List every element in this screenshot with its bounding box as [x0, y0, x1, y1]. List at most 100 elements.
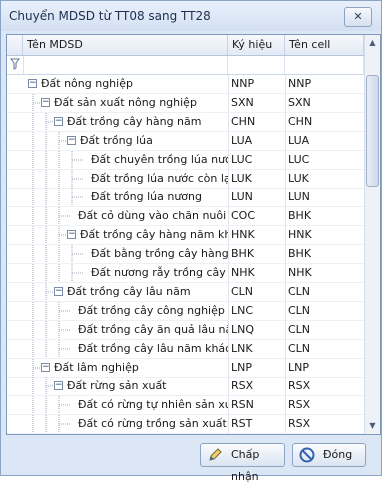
- row-cell-name-cell[interactable]: CLN: [285, 320, 364, 339]
- row-name-cell[interactable]: − Đất trồng cây lâu năm: [7, 282, 228, 301]
- tree-row[interactable]: Đất có rừng tự nhiên sản xuất RSN RSX: [7, 396, 364, 416]
- row-symbol-cell[interactable]: LNQ: [228, 320, 285, 339]
- tree-row[interactable]: Đất bằng trồng cây hàng ... BHK BHK: [7, 245, 364, 265]
- row-name-cell[interactable]: − Đất lâm nghiệp: [7, 358, 228, 377]
- filter-icon: [9, 58, 21, 71]
- scroll-up-arrow-icon[interactable]: ▲: [366, 35, 379, 51]
- row-name-cell[interactable]: − Đất sản xuất nông nghiệp: [7, 93, 228, 112]
- row-cell-name-cell[interactable]: CHN: [285, 112, 364, 131]
- row-name-cell[interactable]: − Đất trồng cây hàng năm khác: [7, 226, 228, 245]
- row-cell-name-cell[interactable]: LNP: [285, 358, 364, 377]
- title-bar: Chuyển MDSD từ TT08 sang TT28 ✕: [1, 1, 381, 31]
- accept-button[interactable]: Chấp nhận: [200, 443, 285, 483]
- tree-row[interactable]: − Đất trồng lúa LUA LUA: [7, 131, 364, 151]
- collapse-toggle-icon[interactable]: −: [54, 286, 63, 296]
- row-symbol-cell[interactable]: CLN: [228, 282, 285, 301]
- row-name-cell[interactable]: Đất trồng cây lâu năm khác: [7, 339, 228, 358]
- tree-row[interactable]: − Đất sản xuất nông nghiệp SXN SXN: [7, 93, 364, 113]
- row-name-cell[interactable]: Đất trồng lúa nước còn lại: [7, 169, 228, 188]
- tree-row[interactable]: − Đất nông nghiệp NNP NNP: [7, 75, 364, 94]
- no-entry-icon: [299, 447, 315, 463]
- row-cell-name-cell[interactable]: NHK: [285, 264, 364, 282]
- row-cell-name-cell[interactable]: CLN: [285, 301, 364, 320]
- row-cell-name-cell[interactable]: HNK: [285, 226, 364, 245]
- collapse-toggle-icon[interactable]: −: [28, 79, 37, 88]
- row-name-cell[interactable]: Đất có rừng trồng sản xuất: [7, 415, 228, 434]
- row-cell-name-cell[interactable]: LUN: [285, 188, 364, 207]
- tree-row[interactable]: Đất trồng cây công nghiệp l... LNC CLN: [7, 301, 364, 321]
- tree-row[interactable]: Đất trồng lúa nương LUN LUN: [7, 188, 364, 208]
- row-symbol-cell[interactable]: LNP: [228, 358, 285, 377]
- collapse-toggle-icon[interactable]: −: [41, 362, 50, 372]
- column-header-symbol[interactable]: Ký hiệu: [228, 35, 285, 55]
- row-name-cell[interactable]: − Đất trồng lúa: [7, 131, 228, 150]
- tree-row[interactable]: Đất có rừng trồng sản xuất RST RSX: [7, 415, 364, 434]
- tree-row[interactable]: Đất trồng lúa nước còn lại LUK LUK: [7, 169, 364, 189]
- row-cell-name-cell[interactable]: CLN: [285, 282, 364, 301]
- tree-row[interactable]: − Đất lâm nghiệp LNP LNP: [7, 358, 364, 378]
- row-cell-name-cell[interactable]: LUC: [285, 150, 364, 169]
- tree-row[interactable]: Đất chuyên trồng lúa nước LUC LUC: [7, 150, 364, 170]
- collapse-toggle-icon[interactable]: −: [54, 116, 63, 126]
- vertical-scrollbar[interactable]: ▲ ▼: [364, 35, 380, 434]
- tree-row[interactable]: − Đất trồng cây hàng năm khác HNK HNK: [7, 226, 364, 246]
- row-cell-name-cell[interactable]: SXN: [285, 93, 364, 112]
- row-name-cell[interactable]: Đất có rừng tự nhiên sản xuất: [7, 396, 228, 415]
- row-name-cell[interactable]: Đất chuyên trồng lúa nước: [7, 150, 228, 169]
- row-symbol-cell[interactable]: RSN: [228, 396, 285, 415]
- close-button[interactable]: Đóng: [292, 443, 366, 467]
- row-cell-name-cell[interactable]: BHK: [285, 245, 364, 264]
- row-cell-name-cell[interactable]: RSX: [285, 377, 364, 396]
- filter-cell-symbol[interactable]: [228, 56, 285, 74]
- collapse-toggle-icon[interactable]: −: [67, 230, 76, 240]
- row-name-cell[interactable]: − Đất nông nghiệp: [7, 75, 228, 93]
- row-symbol-cell[interactable]: LUA: [228, 131, 285, 150]
- tree-row[interactable]: Đất cỏ dùng vào chăn nuôi COC BHK: [7, 207, 364, 227]
- column-header-cell[interactable]: Tên cell: [285, 35, 364, 55]
- tree-row[interactable]: Đất nương rẫy trồng cây ... NHK NHK: [7, 264, 364, 283]
- tree-row[interactable]: Đất trồng cây ăn quả lâu năm LNQ CLN: [7, 320, 364, 340]
- filter-cell-cell[interactable]: [285, 56, 364, 74]
- row-symbol-cell[interactable]: LNC: [228, 301, 285, 320]
- row-name-cell[interactable]: Đất trồng cây công nghiệp l...: [7, 301, 228, 320]
- row-cell-name-cell[interactable]: RSX: [285, 415, 364, 434]
- row-name-cell[interactable]: − Đất rừng sản xuất: [7, 377, 228, 396]
- row-cell-name-cell[interactable]: LUA: [285, 131, 364, 150]
- row-symbol-cell[interactable]: SXN: [228, 93, 285, 112]
- row-name-cell[interactable]: Đất bằng trồng cây hàng ...: [7, 245, 228, 264]
- scroll-down-arrow-icon[interactable]: ▼: [366, 418, 379, 434]
- row-symbol-cell[interactable]: BHK: [228, 245, 285, 264]
- row-symbol-cell[interactable]: RST: [228, 415, 285, 434]
- column-header-name[interactable]: Tên MDSD: [23, 35, 228, 55]
- row-symbol-cell[interactable]: RSX: [228, 377, 285, 396]
- row-symbol-cell[interactable]: LNK: [228, 339, 285, 358]
- tree-row[interactable]: Đất trồng cây lâu năm khác LNK CLN: [7, 339, 364, 359]
- close-window-button[interactable]: ✕: [344, 7, 372, 27]
- filter-cell-name[interactable]: [23, 56, 228, 74]
- row-symbol-cell[interactable]: LUK: [228, 169, 285, 188]
- row-symbol-cell[interactable]: HNK: [228, 226, 285, 245]
- row-name-cell[interactable]: Đất trồng cây ăn quả lâu năm: [7, 320, 228, 339]
- row-symbol-cell[interactable]: NNP: [228, 75, 285, 93]
- row-symbol-cell[interactable]: NHK: [228, 264, 285, 282]
- row-symbol-cell[interactable]: COC: [228, 207, 285, 226]
- row-cell-name-cell[interactable]: CLN: [285, 339, 364, 358]
- collapse-toggle-icon[interactable]: −: [67, 135, 76, 145]
- row-name-cell[interactable]: − Đất trồng cây hàng năm: [7, 112, 228, 131]
- row-symbol-cell[interactable]: LUC: [228, 150, 285, 169]
- row-cell-name-cell[interactable]: NNP: [285, 75, 364, 93]
- row-name-cell[interactable]: Đất trồng lúa nương: [7, 188, 228, 207]
- tree-row[interactable]: − Đất trồng cây lâu năm CLN CLN: [7, 282, 364, 302]
- tree-row[interactable]: − Đất rừng sản xuất RSX RSX: [7, 377, 364, 397]
- collapse-toggle-icon[interactable]: −: [54, 381, 63, 391]
- scrollbar-thumb[interactable]: [366, 75, 379, 187]
- row-cell-name-cell[interactable]: LUK: [285, 169, 364, 188]
- tree-row[interactable]: − Đất trồng cây hàng năm CHN CHN: [7, 112, 364, 132]
- row-name-cell[interactable]: Đất nương rẫy trồng cây ...: [7, 264, 228, 282]
- collapse-toggle-icon[interactable]: −: [41, 97, 50, 107]
- row-symbol-cell[interactable]: CHN: [228, 112, 285, 131]
- row-name-cell[interactable]: Đất cỏ dùng vào chăn nuôi: [7, 207, 228, 226]
- row-cell-name-cell[interactable]: RSX: [285, 396, 364, 415]
- row-symbol-cell[interactable]: LUN: [228, 188, 285, 207]
- row-cell-name-cell[interactable]: BHK: [285, 207, 364, 226]
